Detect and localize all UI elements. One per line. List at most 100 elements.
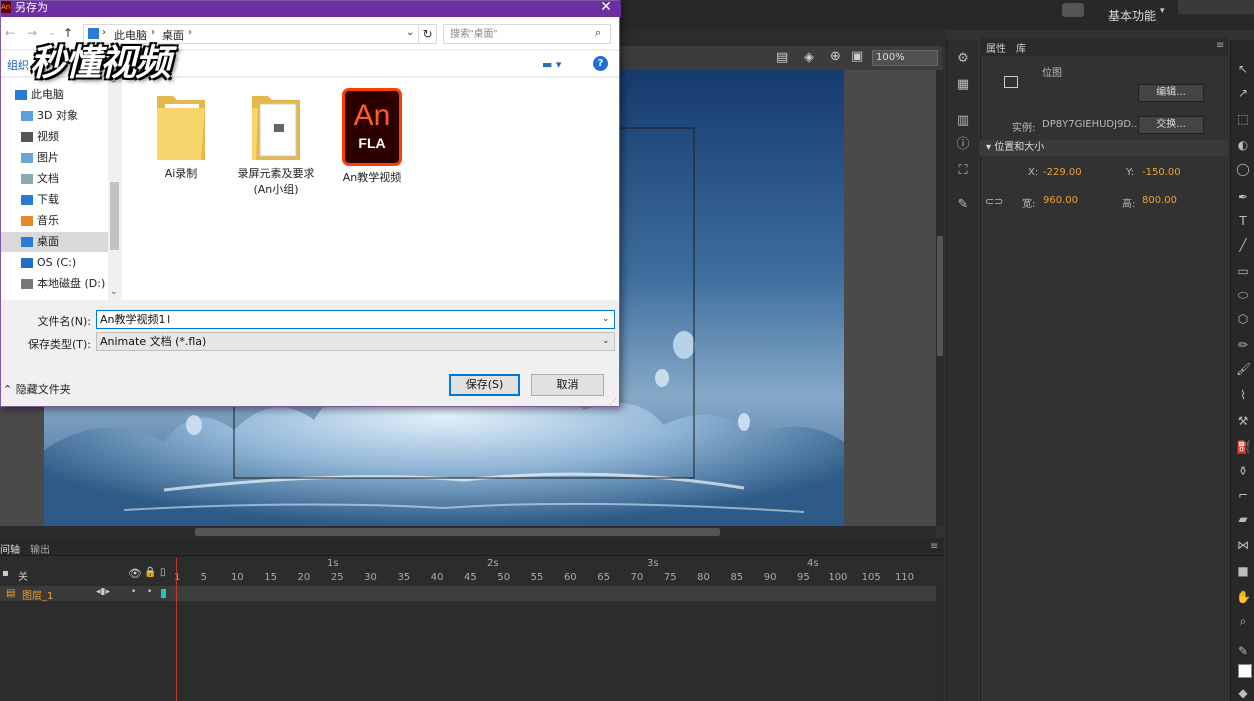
- visibility-dot-icon[interactable]: •: [131, 587, 136, 597]
- resize-grip-icon[interactable]: ⋰: [609, 397, 617, 406]
- cancel-button[interactable]: 取消: [531, 374, 604, 396]
- hand-tool-icon[interactable]: ✋: [1236, 590, 1251, 604]
- line-tool-icon[interactable]: ╱: [1236, 238, 1250, 252]
- filename-dropdown-icon[interactable]: ⌄: [602, 311, 610, 328]
- ink-bottle-icon[interactable]: ⚱: [1236, 464, 1250, 478]
- refresh-icon[interactable]: ↻: [419, 24, 437, 44]
- paint-bucket-small-icon[interactable]: ◆: [1236, 686, 1250, 700]
- x-value[interactable]: -229.00: [1043, 167, 1082, 178]
- file-item[interactable]: An FLA An教学视频: [327, 86, 417, 185]
- crosshair-icon[interactable]: ⊕: [830, 49, 841, 64]
- brush-tool-icon[interactable]: 🖌: [1236, 362, 1251, 376]
- scroll-down-icon[interactable]: ⌄: [110, 287, 118, 297]
- timeline-vertical-scrollbar[interactable]: [936, 586, 944, 701]
- close-icon[interactable]: ✕: [598, 0, 614, 14]
- dialog-titlebar[interactable]: [1, 1, 621, 17]
- app-close-button[interactable]: [1226, 0, 1254, 14]
- 3d-rotation-icon[interactable]: ◐: [1236, 138, 1250, 152]
- components-icon[interactable]: ✎: [955, 198, 971, 212]
- paint-bucket-icon[interactable]: ⛽: [1236, 440, 1251, 454]
- width-value[interactable]: 960.00: [1043, 195, 1078, 206]
- eyedropper-icon[interactable]: ⌐: [1236, 488, 1250, 502]
- tab-properties[interactable]: 属性: [986, 40, 1006, 55]
- search-icon[interactable]: ⌕: [595, 26, 601, 40]
- subselection-tool-icon[interactable]: ↗: [1236, 86, 1250, 100]
- timeline-menu-icon[interactable]: ≡: [930, 541, 938, 552]
- panel-menu-icon[interactable]: ≡: [1216, 40, 1224, 51]
- stage-vertical-thumb[interactable]: [937, 236, 943, 356]
- nav-item[interactable]: 音乐: [1, 211, 108, 231]
- frames-row[interactable]: [172, 586, 937, 601]
- nav-item[interactable]: OS (C:): [1, 253, 108, 273]
- stroke-color-icon[interactable]: ✎: [1236, 644, 1250, 658]
- motion-editor-icon[interactable]: ⚙: [955, 52, 971, 66]
- info-icon[interactable]: ⓘ: [955, 138, 971, 152]
- grid-icon[interactable]: ▦: [955, 78, 971, 92]
- bone-tool-icon[interactable]: ⚒: [1236, 414, 1250, 428]
- symbol-icon[interactable]: ◈: [804, 50, 814, 65]
- width-tool-icon[interactable]: ⋈: [1236, 538, 1250, 552]
- clapper-icon[interactable]: ▤: [776, 50, 788, 65]
- oval-tool-icon[interactable]: ⬭: [1236, 288, 1250, 302]
- y-value[interactable]: -150.00: [1142, 167, 1181, 178]
- free-transform-icon[interactable]: ⬚: [1236, 112, 1250, 126]
- nav-item[interactable]: 3D 对象: [1, 106, 108, 126]
- restore-button[interactable]: [1202, 0, 1226, 14]
- nav-scroll-thumb[interactable]: [110, 182, 119, 250]
- nav-item[interactable]: 桌面: [1, 232, 108, 252]
- link-icon[interactable]: ⊂⊃: [985, 195, 1003, 208]
- view-options-icon[interactable]: ▬ ▾: [542, 58, 568, 71]
- position-size-section[interactable]: ▾ 位置和大小: [980, 140, 1228, 156]
- workspace-switcher[interactable]: 基本功能: [1108, 7, 1156, 24]
- nav-item[interactable]: 本地磁盘 (D:): [1, 274, 108, 294]
- edit-button[interactable]: 编辑...: [1138, 84, 1204, 102]
- nav-item[interactable]: 图片: [1, 148, 108, 168]
- minimize-button[interactable]: [1178, 0, 1202, 14]
- save-type-dropdown-icon[interactable]: ⌄: [602, 333, 610, 350]
- tab-library[interactable]: 库: [1016, 40, 1026, 55]
- pencil-icon[interactable]: ◂▮▸: [96, 587, 110, 597]
- file-item[interactable]: Ai录制: [136, 86, 226, 181]
- layer-name[interactable]: 图层_1: [22, 587, 53, 602]
- save-type-select[interactable]: Animate 文档 (*.fla) ⌄: [96, 332, 615, 351]
- tab-timeline[interactable]: 间轴: [0, 541, 20, 556]
- nav-item[interactable]: 下载: [1, 190, 108, 210]
- lock-icon[interactable]: 🔒: [144, 567, 156, 578]
- search-input[interactable]: [443, 24, 611, 44]
- gamepad-icon[interactable]: [1062, 3, 1084, 17]
- align-icon[interactable]: ▥: [955, 114, 971, 128]
- pen-tool-icon[interactable]: ✒: [1236, 190, 1250, 204]
- stage-horizontal-thumb[interactable]: [195, 528, 720, 536]
- file-item[interactable]: 录屏元素及要求 (An小组): [231, 86, 321, 197]
- nav-item[interactable]: 文档: [1, 169, 108, 189]
- clip-icon[interactable]: ▣: [851, 49, 863, 64]
- rectangle-tool-icon[interactable]: ▭: [1236, 264, 1250, 278]
- lock-dot-icon[interactable]: •: [147, 587, 152, 597]
- text-tool-icon[interactable]: T: [1236, 214, 1250, 228]
- timeline-ruler[interactable]: [172, 556, 937, 586]
- save-button[interactable]: 保存(S): [449, 374, 520, 396]
- height-value[interactable]: 800.00: [1142, 195, 1177, 206]
- eraser-icon[interactable]: ▰: [1236, 512, 1250, 526]
- layer-color-swatch[interactable]: [161, 589, 166, 598]
- selection-tool-icon[interactable]: ↖: [1236, 62, 1250, 76]
- swap-button[interactable]: 交换...: [1138, 116, 1204, 134]
- nav-item[interactable]: 此电脑: [1, 85, 108, 105]
- eye-icon[interactable]: 👁: [128, 567, 142, 580]
- filename-input[interactable]: An教学视频1 I ⌄: [96, 310, 615, 329]
- playhead[interactable]: [176, 558, 177, 701]
- transform-icon[interactable]: ⛶: [955, 164, 971, 178]
- hide-folders-toggle[interactable]: ⌃ 隐藏文件夹: [3, 381, 71, 397]
- polystar-tool-icon[interactable]: ⬡: [1236, 312, 1250, 326]
- back-arrow-icon[interactable]: ←: [5, 26, 15, 40]
- outline-icon[interactable]: ▯: [160, 567, 166, 578]
- address-dropdown-icon[interactable]: ⌄: [406, 27, 414, 38]
- help-icon[interactable]: ?: [593, 56, 608, 71]
- zoom-tool-icon[interactable]: ⌕: [1236, 614, 1250, 628]
- paint-brush-icon[interactable]: ⌇: [1236, 388, 1250, 402]
- fill-color-swatch[interactable]: [1238, 664, 1252, 678]
- camera-icon[interactable]: ■: [1236, 564, 1250, 578]
- nav-item[interactable]: 视频: [1, 127, 108, 147]
- organize-button[interactable]: 组织: [7, 57, 29, 73]
- lasso-icon[interactable]: ◯: [1236, 162, 1250, 176]
